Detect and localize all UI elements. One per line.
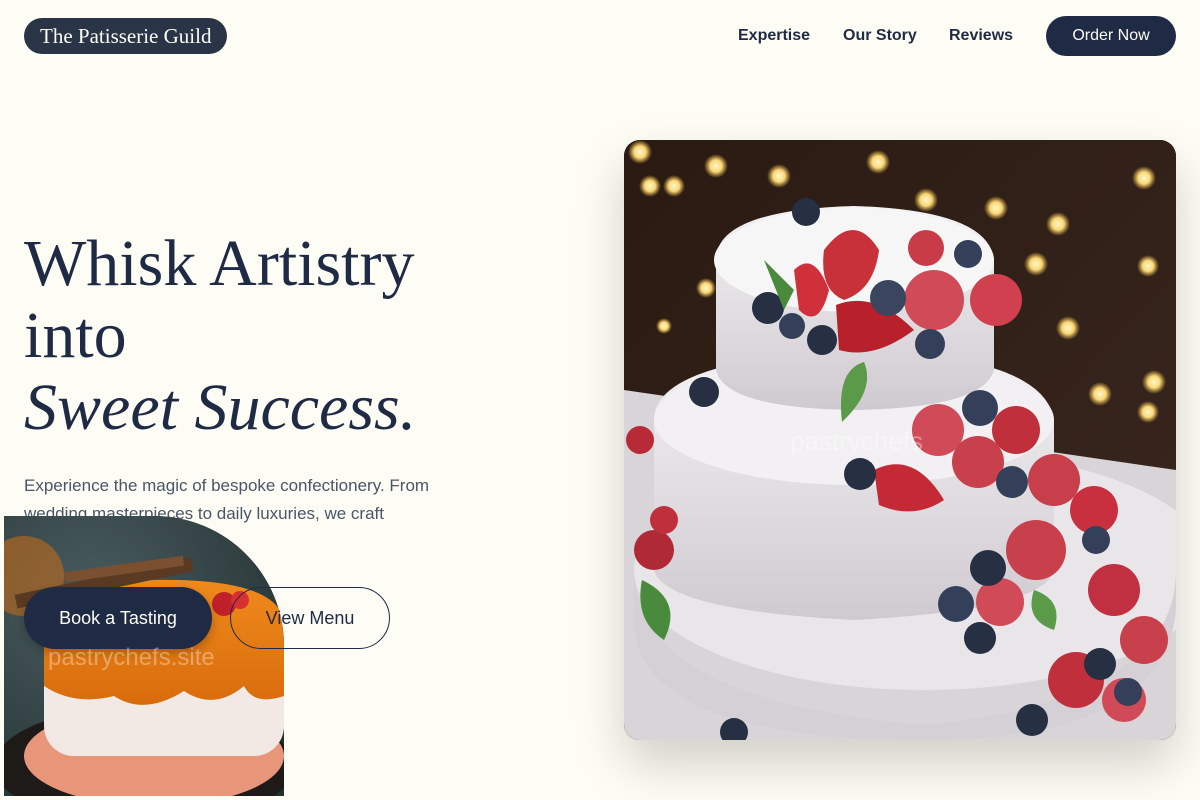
headline-line-2: into: [24, 299, 127, 372]
orange-cake-image: [4, 516, 284, 796]
nav-link-reviews[interactable]: Reviews: [949, 25, 1013, 47]
hero-headline: Whisk Artistry into Sweet Success.: [24, 228, 584, 444]
book-tasting-button[interactable]: Book a Tasting: [24, 587, 212, 649]
nav-link-our-story[interactable]: Our Story: [843, 25, 917, 47]
top-navigation: The Patisserie Guild Expertise Our Story…: [0, 0, 1200, 72]
headline-line-1: Whisk Artistry: [24, 227, 415, 300]
headline-line-3: Sweet Success.: [24, 371, 417, 444]
wedding-cake-image: pastrychefs: [624, 140, 1176, 740]
order-now-button[interactable]: Order Now: [1046, 16, 1176, 56]
nav-link-expertise[interactable]: Expertise: [738, 25, 810, 47]
site-logo[interactable]: The Patisserie Guild: [24, 18, 228, 54]
view-menu-button[interactable]: View Menu: [230, 587, 390, 649]
